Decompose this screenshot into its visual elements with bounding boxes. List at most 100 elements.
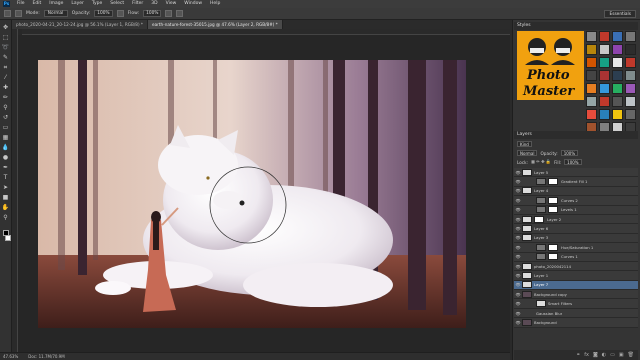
visibility-eye-icon[interactable]: 👁: [514, 264, 522, 269]
visibility-eye-icon[interactable]: 👁: [514, 292, 522, 297]
layer-fill-input[interactable]: 100%: [564, 159, 582, 165]
layer-mask-thumbnail[interactable]: [548, 243, 558, 251]
style-swatch[interactable]: [586, 83, 597, 94]
eraser-tool-icon[interactable]: ▭: [2, 124, 10, 132]
layer-thumbnail[interactable]: [522, 234, 532, 242]
layer-row[interactable]: 👁 Background: [514, 318, 638, 328]
layer-mask-thumbnail[interactable]: [548, 178, 558, 186]
visibility-eye-icon[interactable]: 👁: [514, 282, 522, 287]
type-tool-icon[interactable]: T: [2, 174, 10, 182]
quick-select-tool-icon[interactable]: ✎: [2, 54, 10, 62]
shape-tool-icon[interactable]: ■: [2, 194, 10, 202]
path-select-tool-icon[interactable]: ➤: [2, 184, 10, 192]
layer-row[interactable]: 👁 Gaussian Blur: [514, 308, 638, 319]
style-swatch[interactable]: [599, 109, 610, 120]
layer-mask-thumbnail[interactable]: [548, 196, 558, 204]
visibility-eye-icon[interactable]: 👁: [514, 301, 522, 306]
lasso-tool-icon[interactable]: ➰: [2, 44, 10, 52]
layer-opacity-input[interactable]: 100%: [560, 150, 579, 156]
zoom-level[interactable]: 47.63%: [3, 354, 18, 359]
new-group-icon[interactable]: ▭: [610, 352, 615, 358]
clone-stamp-tool-icon[interactable]: ⚲: [2, 104, 10, 112]
hand-tool-icon[interactable]: ✋: [2, 204, 10, 212]
visibility-eye-icon[interactable]: 👁: [514, 198, 522, 203]
zoom-tool-icon[interactable]: ⚲: [2, 214, 10, 222]
history-brush-tool-icon[interactable]: ↺: [2, 114, 10, 122]
style-swatch[interactable]: [599, 57, 610, 68]
layer-row[interactable]: 👁 Hue/Saturation 1: [514, 243, 638, 253]
style-swatch[interactable]: [625, 96, 636, 107]
style-swatch[interactable]: [599, 70, 610, 81]
menu-window[interactable]: Window: [180, 0, 206, 8]
style-swatch[interactable]: [586, 44, 597, 55]
add-mask-icon[interactable]: ◙: [593, 352, 598, 358]
layer-row[interactable]: 👁 Gradient Fill 1: [514, 177, 638, 187]
pressure-size-icon[interactable]: [176, 10, 184, 17]
layer-thumbnail[interactable]: [536, 196, 546, 204]
style-swatch[interactable]: [612, 31, 623, 42]
style-swatch[interactable]: [612, 83, 623, 94]
crop-tool-icon[interactable]: ⌗: [2, 64, 10, 72]
visibility-eye-icon[interactable]: 👁: [514, 217, 522, 222]
style-swatch[interactable]: [586, 70, 597, 81]
mode-select[interactable]: Normal: [43, 10, 68, 17]
adjustment-layer-icon[interactable]: ◐: [602, 352, 606, 358]
link-layers-icon[interactable]: ⚭: [576, 352, 580, 358]
layers-panel-tab[interactable]: Layers: [514, 131, 638, 139]
visibility-eye-icon[interactable]: 👁: [514, 226, 522, 231]
style-swatch[interactable]: [625, 44, 636, 55]
layer-thumbnail[interactable]: [536, 243, 546, 251]
layer-row[interactable]: 👁 Levels 1: [514, 205, 638, 215]
style-swatch[interactable]: [599, 31, 610, 42]
style-swatch[interactable]: [586, 109, 597, 120]
style-swatch[interactable]: [625, 70, 636, 81]
layer-row[interactable]: 👁 Curves 1: [514, 252, 638, 262]
layer-thumbnail[interactable]: [522, 281, 532, 289]
menu-edit[interactable]: Edit: [29, 0, 46, 8]
style-swatch[interactable]: [625, 57, 636, 68]
style-swatch[interactable]: [586, 96, 597, 107]
layer-row[interactable]: 👁 Layer 4: [514, 186, 638, 197]
layer-thumbnail[interactable]: [522, 271, 532, 279]
blend-mode-select[interactable]: Normal: [517, 150, 538, 156]
opacity-input[interactable]: 100%: [94, 10, 113, 17]
layer-filter-kind[interactable]: Kind: [517, 141, 532, 147]
layer-thumbnail[interactable]: [522, 187, 532, 195]
brush-preset-icon[interactable]: [4, 10, 11, 17]
styles-panel-tab[interactable]: Styles: [514, 22, 638, 30]
brush-panel-icon[interactable]: [15, 10, 22, 17]
workspace-select[interactable]: Essentials: [604, 10, 636, 18]
document-tab-2[interactable]: earth-nature-forest-35015.jpg @ 47.6% (L…: [148, 20, 283, 29]
menu-help[interactable]: Help: [206, 0, 224, 8]
layer-thumbnail[interactable]: [522, 215, 532, 223]
background-color-swatch[interactable]: [4, 235, 11, 241]
style-swatch[interactable]: [586, 57, 597, 68]
style-swatch[interactable]: [612, 109, 623, 120]
style-swatch[interactable]: [612, 57, 623, 68]
layer-row[interactable]: 👁 Layer 7: [514, 280, 638, 291]
layer-row[interactable]: 👁 Layer 1: [514, 271, 638, 281]
new-layer-icon[interactable]: ▣: [619, 352, 624, 358]
menu-layer[interactable]: Layer: [67, 0, 88, 8]
marquee-tool-icon[interactable]: ⬚: [2, 34, 10, 42]
visibility-eye-icon[interactable]: 👁: [514, 273, 522, 278]
gradient-tool-icon[interactable]: ▦: [2, 134, 10, 142]
visibility-eye-icon[interactable]: 👁: [514, 254, 522, 259]
pen-tool-icon[interactable]: ✒: [2, 164, 10, 172]
eyedropper-tool-icon[interactable]: ⁄: [2, 74, 10, 82]
document-tab-1[interactable]: photo_2020-04-21_20-12-24.jpg @ 56.1% (L…: [12, 20, 149, 29]
layer-thumbnail[interactable]: [522, 225, 532, 233]
healing-tool-icon[interactable]: ✚: [2, 84, 10, 92]
visibility-eye-icon[interactable]: 👁: [514, 245, 522, 250]
style-swatch[interactable]: [612, 44, 623, 55]
layer-thumbnail[interactable]: [536, 253, 546, 261]
pressure-opacity-icon[interactable]: [116, 10, 124, 17]
menu-file[interactable]: File: [13, 0, 29, 8]
layer-thumbnail[interactable]: [522, 262, 532, 270]
flow-input[interactable]: 100%: [143, 10, 162, 17]
style-swatch[interactable]: [625, 83, 636, 94]
layer-row[interactable]: 👁 Layer 6: [514, 224, 638, 234]
layer-row[interactable]: 👁 Background copy: [514, 290, 638, 300]
move-tool-icon[interactable]: ✥: [2, 24, 10, 32]
layer-row[interactable]: 👁 photo_2020042114: [514, 261, 638, 272]
